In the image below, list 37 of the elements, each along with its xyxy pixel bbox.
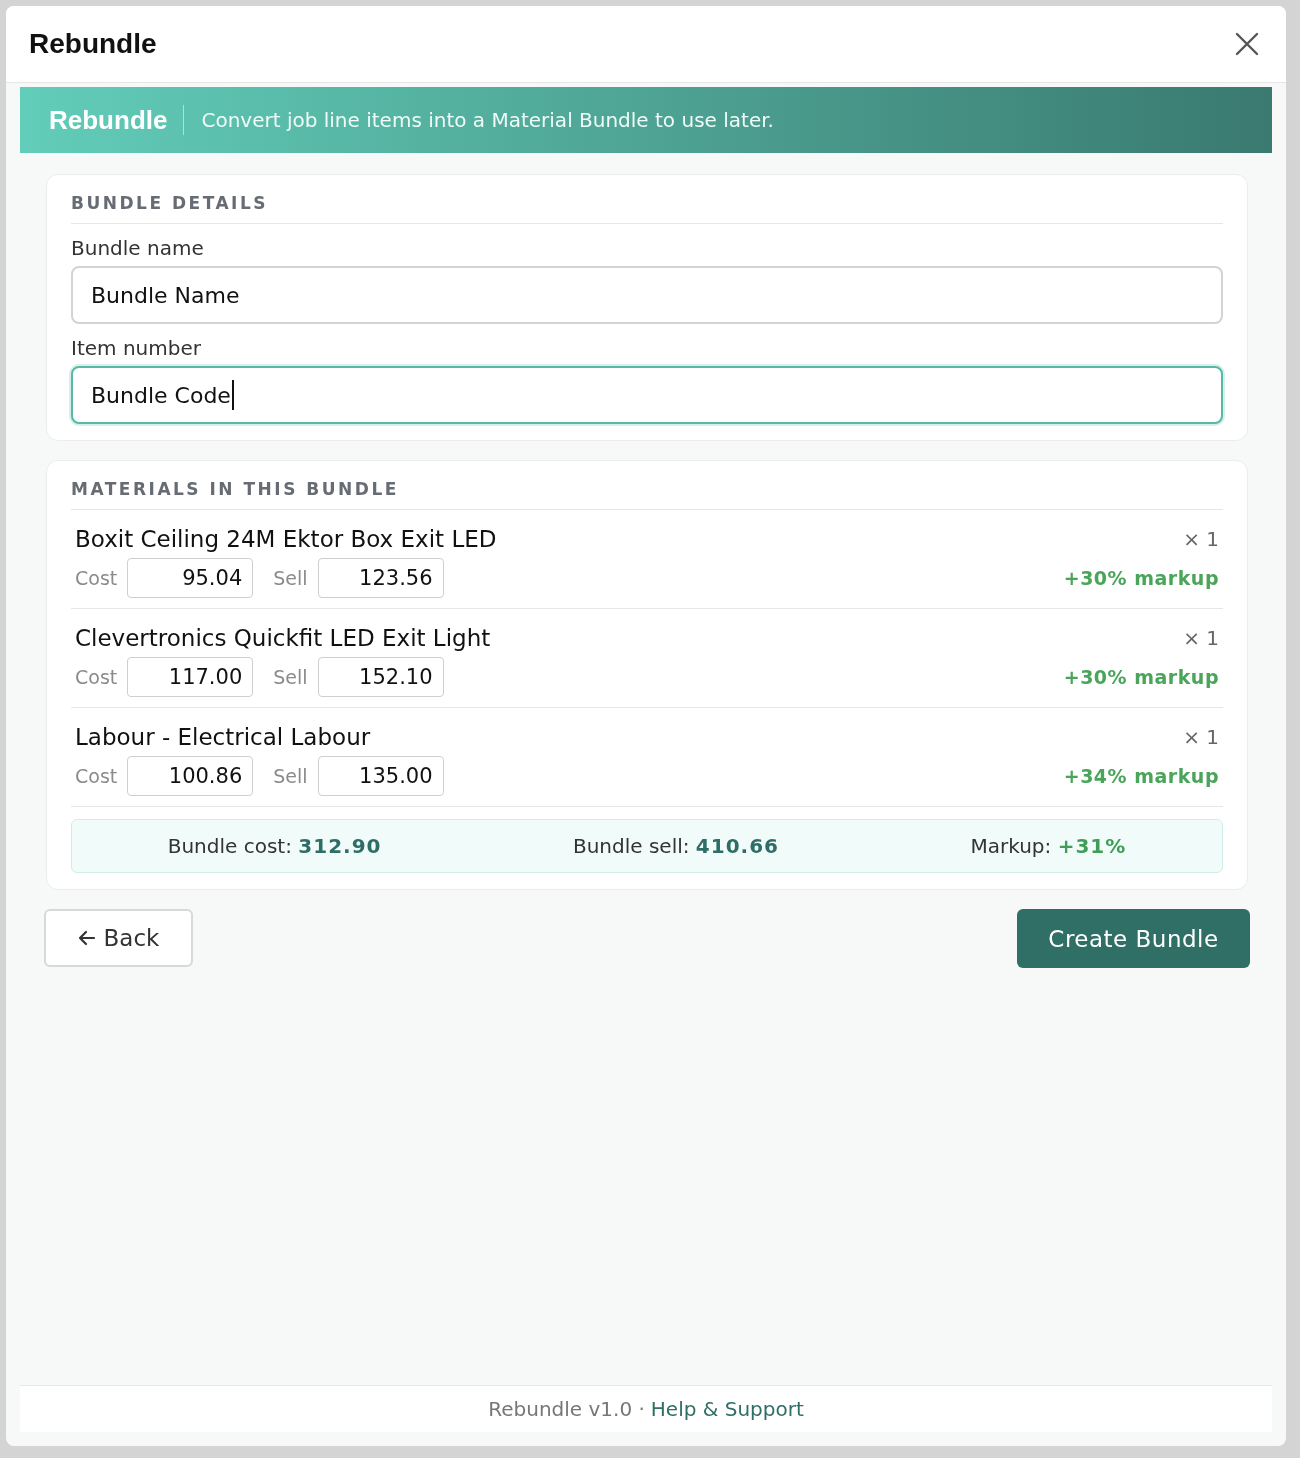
sell-field[interactable]: 152.10 [317, 657, 444, 697]
markup-text: +30% markup [1063, 567, 1219, 589]
quantity: × 1 [1183, 626, 1219, 650]
cost-label: Cost [75, 765, 118, 787]
field-label: Item number [71, 336, 202, 360]
cost-field[interactable]: 95.04 [127, 558, 254, 598]
cost-label: Cost [75, 666, 118, 688]
input-field[interactable]: Bundle Name [71, 266, 1223, 324]
quantity: × 1 [1183, 725, 1219, 749]
create-bundle-button[interactable]: Create Bundle [1017, 909, 1250, 968]
field-label: Bundle name [71, 236, 205, 260]
cost-label: Cost [75, 567, 118, 589]
summary-text: Bundle sell: 410.66 [572, 834, 780, 858]
input-field[interactable]: Bundle Code [71, 366, 1223, 424]
back-button[interactable]: Back [44, 909, 193, 967]
sell-label: Sell [273, 765, 308, 787]
banner-title: Rebundle [49, 105, 185, 135]
banner-subtitle: Convert job line items into a Material Bundle to use later. [200, 108, 774, 132]
help-link[interactable]: Help & Support [650, 1397, 804, 1421]
sell-field[interactable]: 123.56 [317, 558, 444, 598]
summary-text: Bundle cost: 312.90 [167, 834, 382, 858]
cost-field[interactable]: 100.86 [127, 756, 254, 796]
summary-text: Markup: +31% [970, 834, 1127, 858]
section-heading: MATERIALS IN THIS BUNDLE [71, 479, 1223, 510]
sell-label: Sell [273, 567, 308, 589]
sell-label: Sell [273, 666, 308, 688]
quantity: × 1 [1183, 527, 1219, 551]
sell-field[interactable]: 135.00 [317, 756, 444, 796]
markup-text: +34% markup [1063, 765, 1219, 787]
version-text: Rebundle v1.0 · [488, 1397, 645, 1421]
markup-text: +30% markup [1063, 666, 1219, 688]
material-name: Labour - Electrical Labour [75, 724, 371, 750]
cost-field[interactable]: 117.00 [127, 657, 254, 697]
dialog-title: Rebundle [29, 28, 157, 60]
material-name: Clevertronics Quickfit LED Exit Light [75, 625, 491, 651]
section-heading: BUNDLE DETAILS [71, 193, 1223, 224]
material-name: Boxit Ceiling 24M Ektor Box Exit LED [75, 526, 497, 552]
